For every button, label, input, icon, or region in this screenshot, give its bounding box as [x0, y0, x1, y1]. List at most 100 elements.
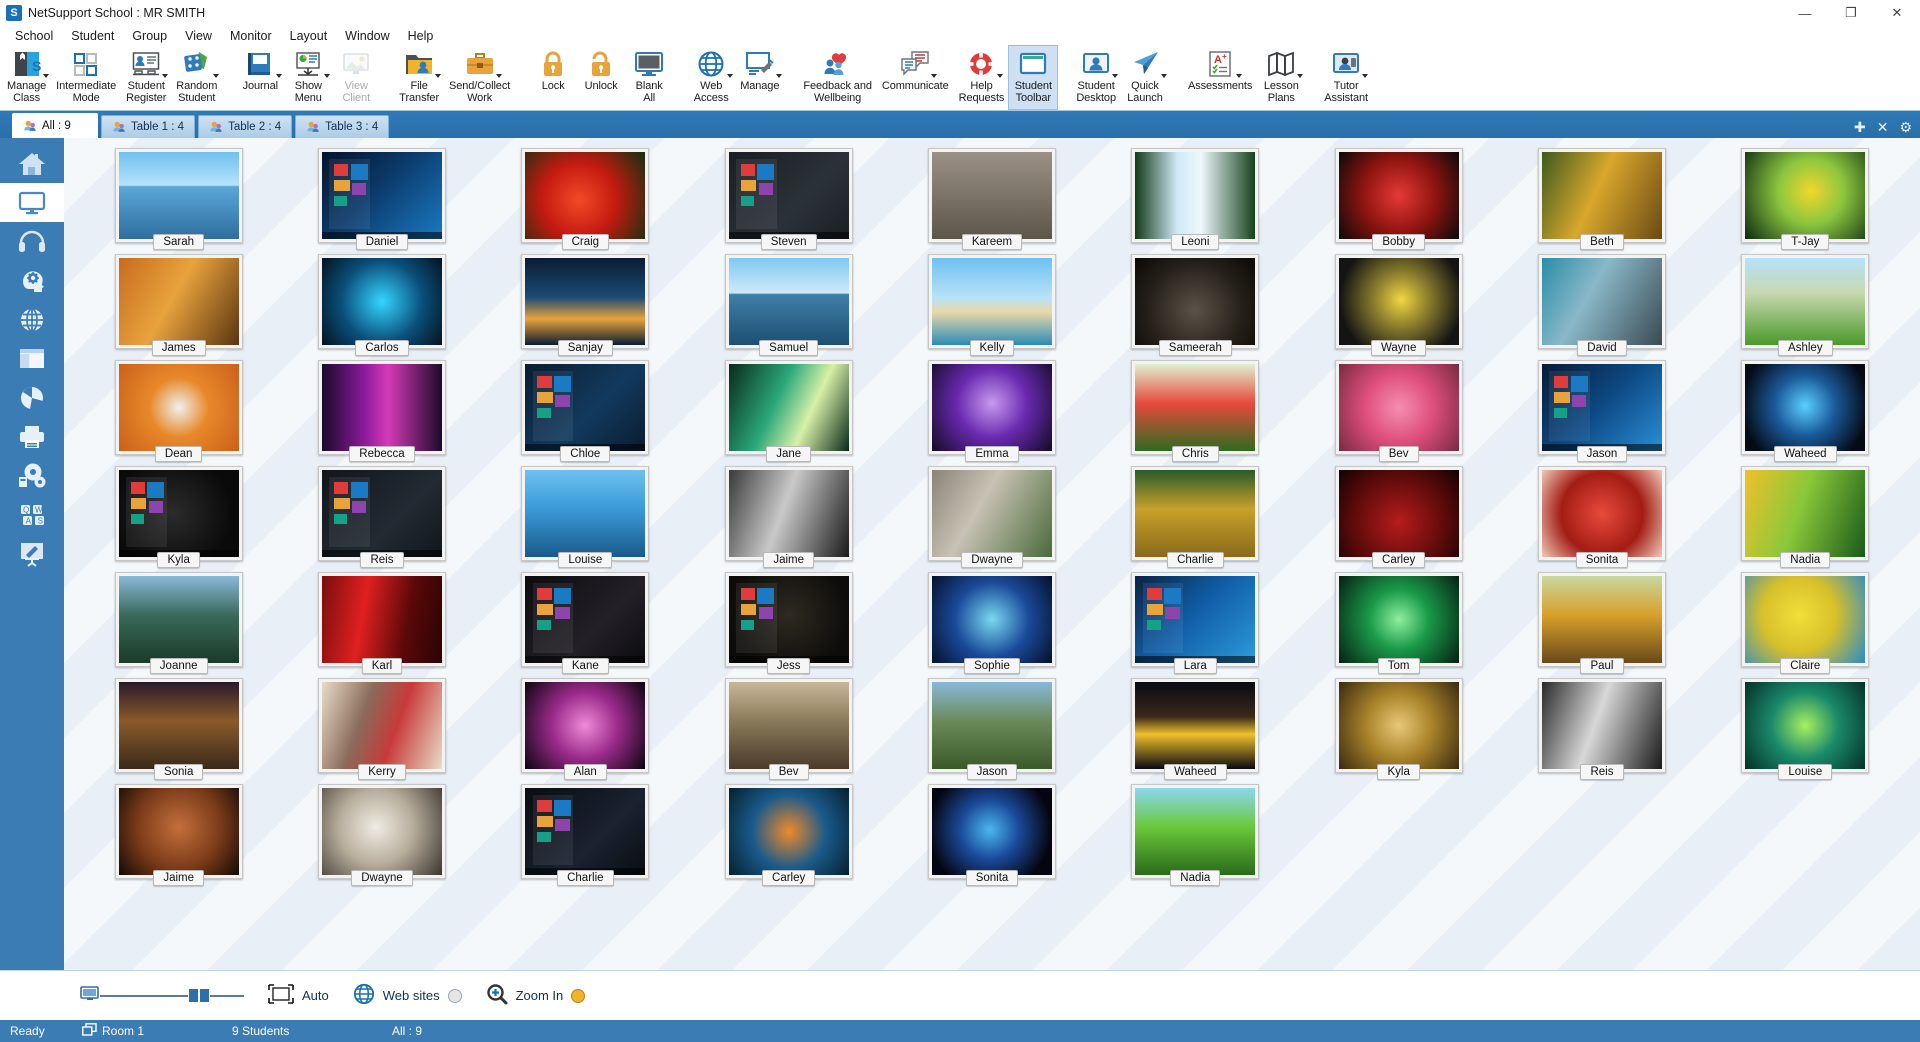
student-thumbnail[interactable] — [928, 360, 1056, 455]
dropdown-caret-icon[interactable] — [997, 74, 1003, 78]
ribbon-student-desktop[interactable]: Student Desktop — [1071, 46, 1121, 109]
student-name[interactable]: Waheed — [1774, 446, 1836, 462]
student-thumbnail[interactable] — [1335, 148, 1463, 243]
student-name[interactable]: James — [152, 340, 206, 356]
ribbon-help-requests[interactable]: Help Requests — [954, 46, 1010, 109]
student-thumbnail[interactable] — [1538, 466, 1666, 561]
student-thumbnail[interactable] — [115, 466, 243, 561]
student-name[interactable]: Ashley — [1778, 340, 1833, 356]
student-name[interactable]: Leoni — [1171, 234, 1219, 250]
student-cell[interactable]: Reis — [281, 466, 482, 568]
student-cell[interactable]: Paul — [1501, 572, 1702, 674]
student-thumbnail[interactable] — [318, 254, 446, 349]
zoom-in-toggle[interactable]: Zoom In — [486, 983, 586, 1008]
ribbon-intermediate-mode[interactable]: Intermediate Mode — [51, 46, 121, 109]
thumbnail-size-slider[interactable] — [80, 986, 244, 1005]
ribbon-communicate[interactable]: Communicate — [877, 46, 954, 109]
student-cell[interactable]: Kyla — [78, 466, 279, 568]
student-cell[interactable]: Sonia — [78, 678, 279, 780]
student-name[interactable]: Reis — [360, 552, 403, 568]
student-thumbnail[interactable] — [1741, 148, 1869, 243]
slider-track[interactable] — [100, 995, 188, 997]
student-cell[interactable]: Beth — [1501, 148, 1702, 250]
dropdown-caret-icon[interactable] — [1161, 74, 1167, 78]
student-cell[interactable]: Sonita — [891, 784, 1092, 886]
student-name[interactable]: Sameerah — [1159, 340, 1232, 356]
student-thumbnail[interactable] — [1131, 148, 1259, 243]
student-name[interactable]: Reis — [1580, 764, 1623, 780]
student-name[interactable]: Sonita — [1576, 552, 1629, 568]
student-cell[interactable]: Karl — [281, 572, 482, 674]
student-name[interactable]: Dean — [155, 446, 203, 462]
student-cell[interactable]: Bev — [688, 678, 889, 780]
ribbon-assessments[interactable]: A+Assessments — [1183, 46, 1257, 109]
student-thumbnail[interactable] — [318, 360, 446, 455]
student-thumbnail[interactable] — [1741, 466, 1869, 561]
minimize-button[interactable]: — — [1782, 0, 1828, 26]
ribbon-quick-launch[interactable]: Quick Launch — [1121, 46, 1169, 109]
student-cell[interactable]: Carley — [1298, 466, 1499, 568]
student-thumbnail[interactable] — [1538, 148, 1666, 243]
ribbon-random-student[interactable]: Random Student — [171, 46, 222, 109]
student-cell[interactable]: Kelly — [891, 254, 1092, 356]
student-cell[interactable]: Sanjay — [485, 254, 686, 356]
student-name[interactable]: Sonita — [966, 870, 1019, 886]
student-cell[interactable]: Louise — [485, 466, 686, 568]
student-thumbnail[interactable] — [1131, 254, 1259, 349]
student-name[interactable]: Paul — [1580, 658, 1623, 674]
dropdown-caret-icon[interactable] — [435, 74, 441, 78]
student-thumbnail[interactable] — [1538, 678, 1666, 773]
student-thumbnail[interactable] — [725, 784, 853, 879]
student-thumbnail[interactable] — [1335, 360, 1463, 455]
dropdown-caret-icon[interactable] — [931, 74, 937, 78]
rail-item-thinking[interactable] — [0, 261, 64, 300]
student-cell[interactable]: Tom — [1298, 572, 1499, 674]
student-cell[interactable]: Jaime — [688, 466, 889, 568]
slider-track-right[interactable] — [210, 995, 244, 997]
student-cell[interactable]: Bev — [1298, 360, 1499, 462]
student-name[interactable]: Sanjay — [558, 340, 613, 356]
student-thumbnail[interactable] — [318, 678, 446, 773]
student-cell[interactable]: Bobby — [1298, 148, 1499, 250]
zoom-in-indicator[interactable] — [571, 989, 585, 1003]
student-thumbnail[interactable] — [1131, 466, 1259, 561]
auto-size-button[interactable]: Auto — [268, 984, 329, 1007]
student-name[interactable]: Carlos — [355, 340, 408, 356]
dropdown-caret-icon[interactable] — [276, 74, 282, 78]
student-thumbnail[interactable] — [318, 148, 446, 243]
student-name[interactable]: Nadia — [1170, 870, 1220, 886]
student-thumbnail[interactable] — [725, 254, 853, 349]
web-sites-toggle[interactable]: Web sites — [353, 983, 462, 1008]
student-name[interactable]: Jane — [766, 446, 811, 462]
student-thumbnail[interactable] — [1741, 360, 1869, 455]
student-cell[interactable]: Ashley — [1705, 254, 1906, 356]
ribbon-lesson-plans[interactable]: Lesson Plans — [1257, 46, 1305, 109]
student-name[interactable]: Kelly — [970, 340, 1015, 356]
ribbon-blank-all[interactable]: Blank All — [625, 46, 673, 109]
ribbon-student-register[interactable]: Student Register — [121, 46, 171, 109]
student-name[interactable]: Sarah — [153, 234, 204, 250]
student-cell[interactable]: Sophie — [891, 572, 1092, 674]
rail-item-whiteboard[interactable] — [0, 534, 64, 573]
student-name[interactable]: Kerry — [358, 764, 405, 780]
student-cell[interactable]: Leoni — [1095, 148, 1296, 250]
student-thumbnail[interactable] — [1335, 466, 1463, 561]
student-name[interactable]: David — [1577, 340, 1626, 356]
student-thumbnail[interactable] — [1538, 360, 1666, 455]
student-name[interactable]: Waheed — [1164, 764, 1226, 780]
student-cell[interactable]: Dwayne — [891, 466, 1092, 568]
student-name[interactable]: Claire — [1780, 658, 1830, 674]
student-name[interactable]: Joanne — [150, 658, 208, 674]
student-thumbnail[interactable] — [115, 360, 243, 455]
rail-item-device[interactable] — [0, 456, 64, 495]
student-name[interactable]: Kyla — [157, 552, 199, 568]
student-name[interactable]: Alan — [564, 764, 607, 780]
student-cell[interactable]: Craig — [485, 148, 686, 250]
student-name[interactable]: Chloe — [560, 446, 610, 462]
student-thumbnail[interactable] — [928, 572, 1056, 667]
rail-item-monitor[interactable] — [0, 183, 64, 222]
add-tab-icon[interactable]: ✚ — [1854, 120, 1866, 134]
student-thumbnail[interactable] — [521, 784, 649, 879]
student-name[interactable]: Kane — [562, 658, 609, 674]
student-name[interactable]: Daniel — [356, 234, 409, 250]
